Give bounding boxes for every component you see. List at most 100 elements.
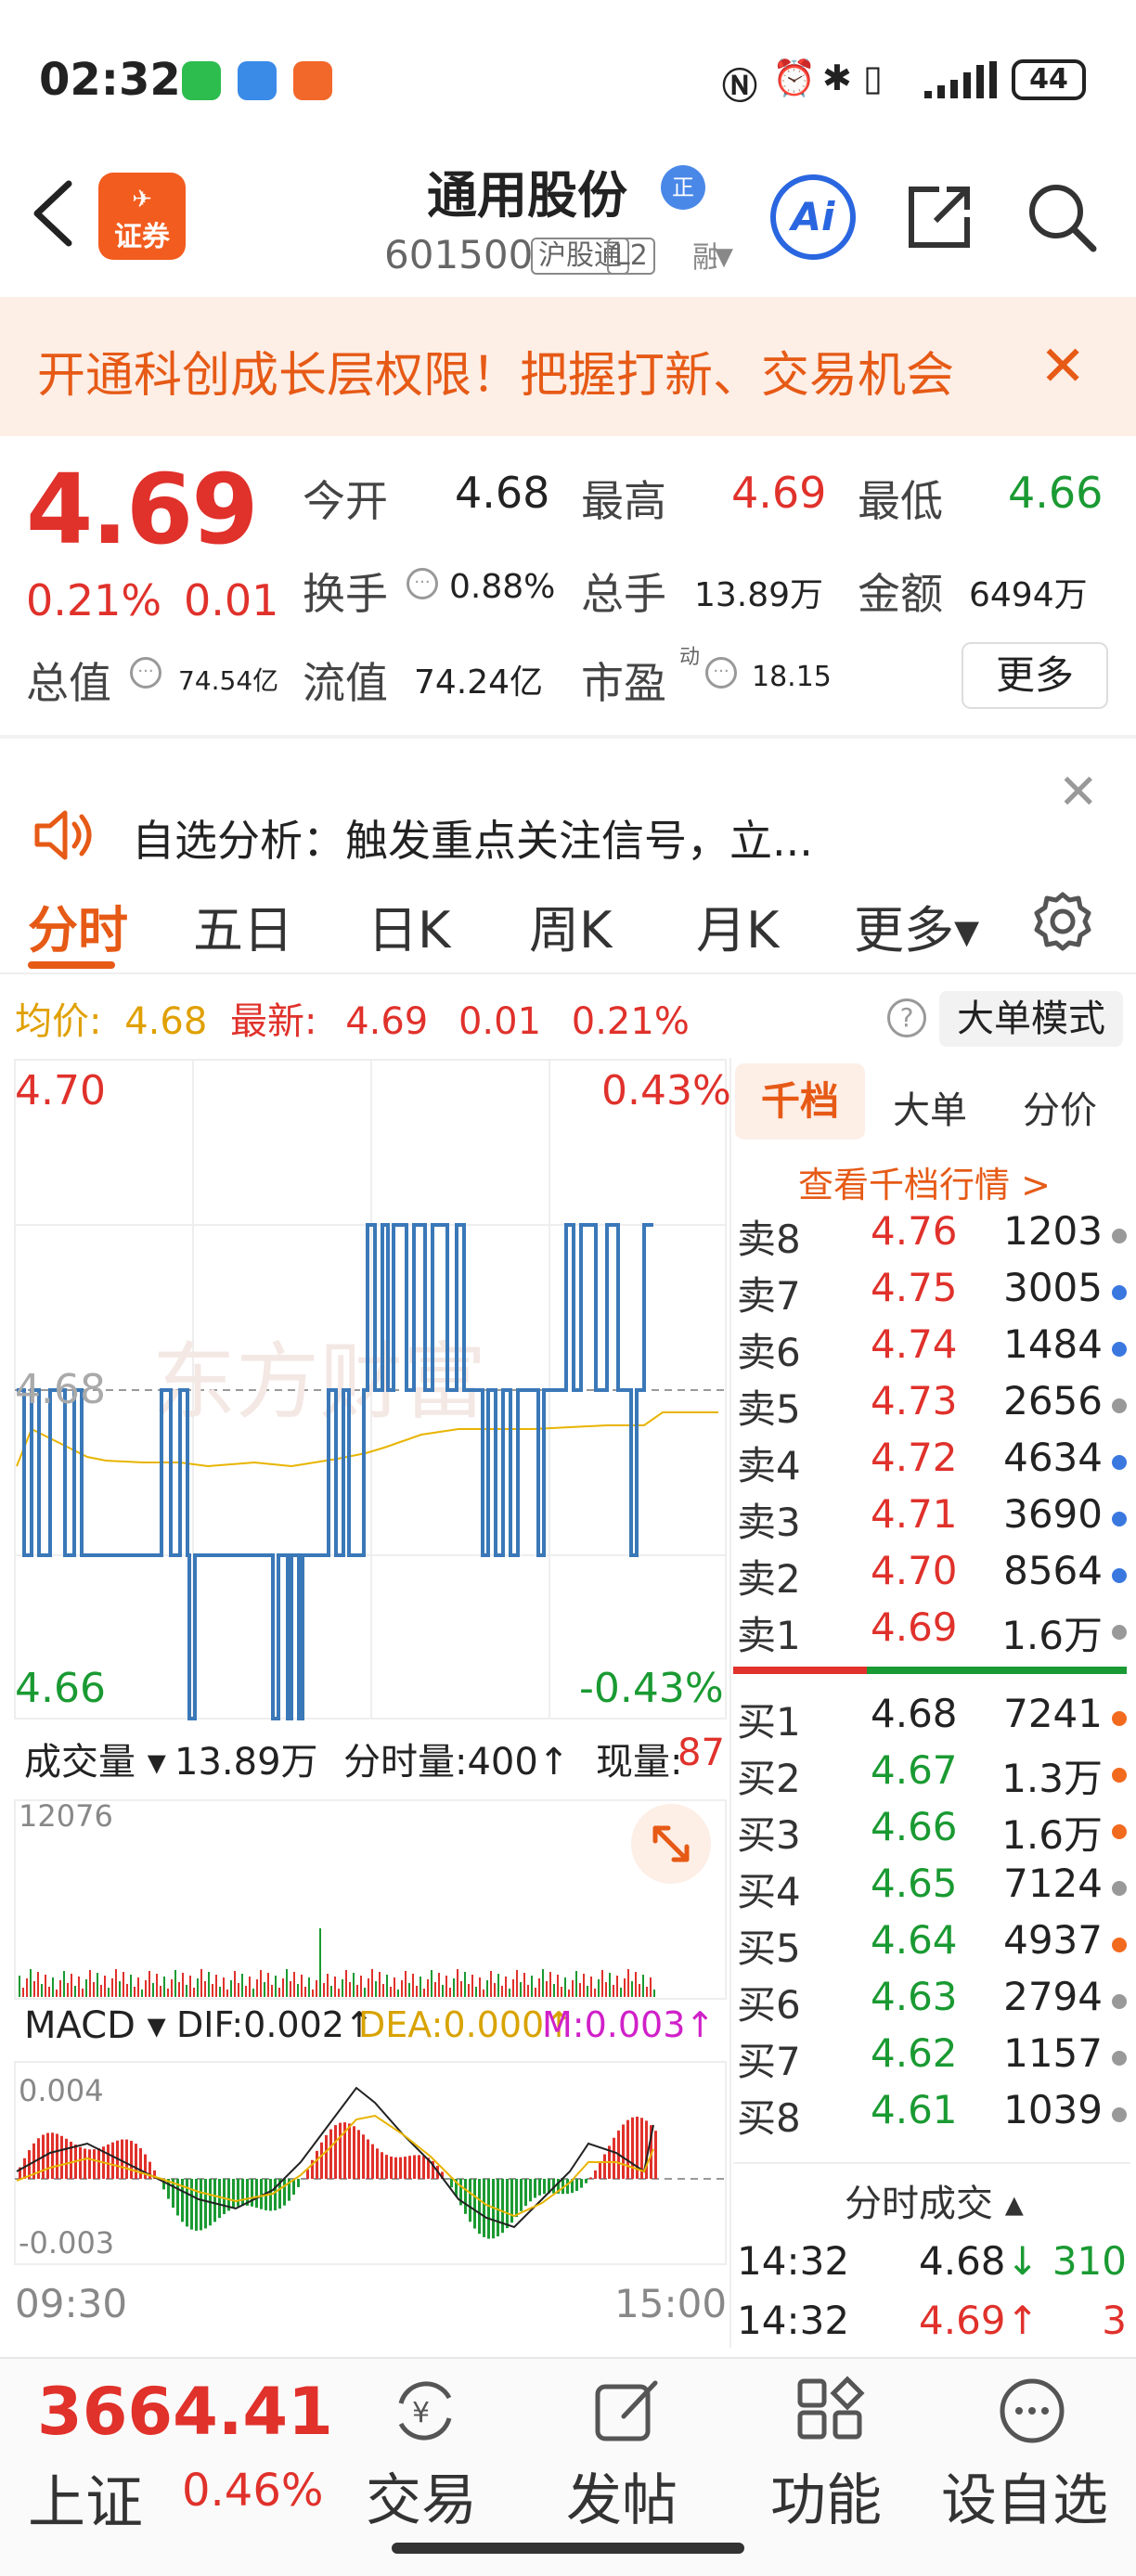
broker-logo[interactable]: ✈ 证券 bbox=[98, 173, 186, 260]
list-item[interactable]: 卖4 4.72 4634 bbox=[737, 1435, 1127, 1490]
tab-daily-k[interactable]: 日K bbox=[368, 889, 450, 962]
index-name[interactable]: 上证 bbox=[28, 2455, 143, 2539]
volume-bar bbox=[163, 1977, 165, 1997]
order-level-label: 卖1 bbox=[737, 1613, 801, 1658]
order-level-label: 买1 bbox=[737, 1699, 801, 1745]
tab-five-day[interactable]: 五日 bbox=[193, 889, 293, 962]
volume-bar bbox=[375, 1981, 377, 1997]
home-indicator[interactable] bbox=[392, 2543, 744, 2554]
macd-bar bbox=[613, 2137, 615, 2179]
list-item[interactable]: 买5 4.64 4937 bbox=[737, 1917, 1127, 1973]
tab-more[interactable]: 更多▾ bbox=[854, 889, 979, 962]
tab-intraday[interactable]: 分时 bbox=[28, 889, 128, 962]
more-dots-icon[interactable] bbox=[995, 2376, 1069, 2446]
volume-bar bbox=[542, 1969, 544, 1997]
info-icon[interactable]: ··· bbox=[130, 657, 161, 689]
volume-bar bbox=[256, 1979, 258, 1997]
list-item[interactable]: 卖1 4.69 1.6万 bbox=[737, 1604, 1127, 1660]
list-item[interactable]: 买8 4.61 1039 bbox=[737, 2087, 1127, 2143]
index-percent[interactable]: 0.46% bbox=[182, 2465, 323, 2517]
float-cap-value: 74.24亿 bbox=[414, 663, 544, 702]
volume-indicator-select[interactable]: 成交量 ▾ bbox=[24, 1732, 166, 1785]
chevron-down-icon[interactable]: ▼ bbox=[715, 243, 733, 271]
tick-price: 4.69 bbox=[919, 2298, 1006, 2343]
functions-grid-icon[interactable] bbox=[794, 2376, 869, 2446]
tick-direction-icon: ↓ bbox=[1006, 2238, 1039, 2284]
volume-bar bbox=[204, 1981, 206, 1997]
tab-monthly-k[interactable]: 月K bbox=[696, 889, 779, 962]
macd-bar bbox=[97, 2148, 100, 2179]
info-icon[interactable]: ··· bbox=[705, 657, 737, 689]
gear-icon[interactable] bbox=[1030, 889, 1095, 954]
list-item[interactable]: 买7 4.62 1157 bbox=[737, 2030, 1127, 2086]
index-value[interactable]: 3664.41 bbox=[37, 2374, 333, 2450]
list-item[interactable]: 卖6 4.74 1484 bbox=[737, 1321, 1127, 1377]
info-icon[interactable]: ··· bbox=[407, 568, 438, 599]
low-label: 最低 bbox=[858, 476, 943, 526]
list-item[interactable]: 卖3 4.71 3690 bbox=[737, 1491, 1127, 1547]
post-edit-icon[interactable] bbox=[590, 2376, 665, 2446]
nav-functions[interactable]: 功能 bbox=[770, 2455, 882, 2536]
list-item[interactable]: 买6 4.63 2794 bbox=[737, 1974, 1127, 2029]
volume-bar bbox=[148, 1971, 150, 1997]
macd-bar bbox=[515, 2179, 518, 2217]
order-volume: 1.6万 bbox=[1001, 1812, 1103, 1858]
order-price: 4.73 bbox=[871, 1378, 958, 1423]
list-item[interactable]: 卖2 4.70 8564 bbox=[737, 1548, 1127, 1604]
macd-bar bbox=[334, 2125, 337, 2179]
ticks-title[interactable]: 分时成交 ▴ bbox=[845, 2173, 1024, 2227]
list-item[interactable]: 买3 4.66 1.6万 bbox=[737, 1804, 1127, 1860]
notice-text[interactable]: 自选分析：触发重点关注信号，立... bbox=[132, 807, 813, 869]
ai-assistant-button[interactable]: Ai bbox=[770, 174, 856, 260]
list-item[interactable]: 卖7 4.75 3005 bbox=[737, 1265, 1127, 1320]
axis-pct-min: -0.43% bbox=[579, 1665, 724, 1712]
macd-bar bbox=[478, 2179, 481, 2235]
back-chevron-icon[interactable] bbox=[26, 176, 82, 251]
volume-bar bbox=[601, 1970, 603, 1997]
order-volume: 4937 bbox=[1003, 1917, 1103, 1963]
volume-bar bbox=[178, 1982, 180, 1997]
volume-bar bbox=[412, 1974, 414, 1997]
open-value: 4.68 bbox=[455, 468, 550, 518]
volume-bar bbox=[134, 1987, 136, 1997]
order-source-dot-icon bbox=[1112, 1881, 1127, 1896]
expand-icon[interactable] bbox=[631, 1804, 711, 1884]
volume-bar bbox=[490, 1971, 492, 1997]
volume-bar bbox=[572, 1980, 574, 1997]
trade-icon[interactable]: ¥ bbox=[388, 2376, 462, 2446]
order-volume: 3005 bbox=[1003, 1265, 1103, 1310]
big-order-mode-button[interactable]: 大单模式 bbox=[939, 991, 1123, 1047]
notice-close-icon[interactable]: ✕ bbox=[1058, 765, 1099, 820]
volume-bar bbox=[416, 1986, 418, 1997]
depth-quote-link[interactable]: 查看千档行情 > bbox=[798, 1156, 1051, 1207]
volume-bar bbox=[642, 1975, 644, 1997]
tab-order-book-depth[interactable]: 千档 bbox=[735, 1063, 865, 1140]
tab-price-distribution[interactable]: 分价 bbox=[1023, 1080, 1097, 1134]
more-button[interactable]: 更多 bbox=[962, 642, 1108, 709]
order-price: 4.74 bbox=[871, 1321, 958, 1367]
search-icon[interactable] bbox=[1025, 180, 1099, 254]
volume-bar bbox=[59, 1980, 61, 1997]
banner-close-icon[interactable]: ✕ bbox=[1039, 334, 1086, 399]
list-item[interactable]: 卖8 4.76 1203 bbox=[737, 1208, 1127, 1264]
tab-weekly-k[interactable]: 周K bbox=[529, 889, 612, 962]
macd-indicator-select[interactable]: MACD ▾ bbox=[24, 2004, 166, 2047]
list-item[interactable]: 买4 4.65 7124 bbox=[737, 1861, 1127, 1916]
list-item[interactable]: 买2 4.67 1.3万 bbox=[737, 1747, 1127, 1803]
nav-trade[interactable]: 交易 bbox=[366, 2455, 477, 2536]
promo-banner-text[interactable]: 开通科创成长层权限！把握打新、交易机会 bbox=[37, 336, 984, 406]
nav-post[interactable]: 发帖 bbox=[566, 2455, 678, 2536]
volume-bar bbox=[145, 1980, 147, 1997]
list-item[interactable]: 买1 4.68 7241 bbox=[737, 1691, 1127, 1746]
macd-bar bbox=[589, 2177, 592, 2179]
list-item[interactable]: 卖5 4.73 2656 bbox=[737, 1378, 1127, 1434]
share-icon[interactable] bbox=[902, 180, 976, 254]
tab-big-orders[interactable]: 大单 bbox=[893, 1080, 967, 1134]
nav-add-watchlist[interactable]: 设自选 bbox=[941, 2455, 1108, 2536]
order-source-dot-icon bbox=[1112, 1342, 1127, 1357]
macd-bar bbox=[320, 2142, 323, 2179]
volume-bar bbox=[590, 1977, 592, 1997]
help-icon[interactable]: ? bbox=[887, 998, 926, 1037]
volume-bar bbox=[249, 1977, 251, 1997]
order-price: 4.76 bbox=[871, 1208, 958, 1254]
